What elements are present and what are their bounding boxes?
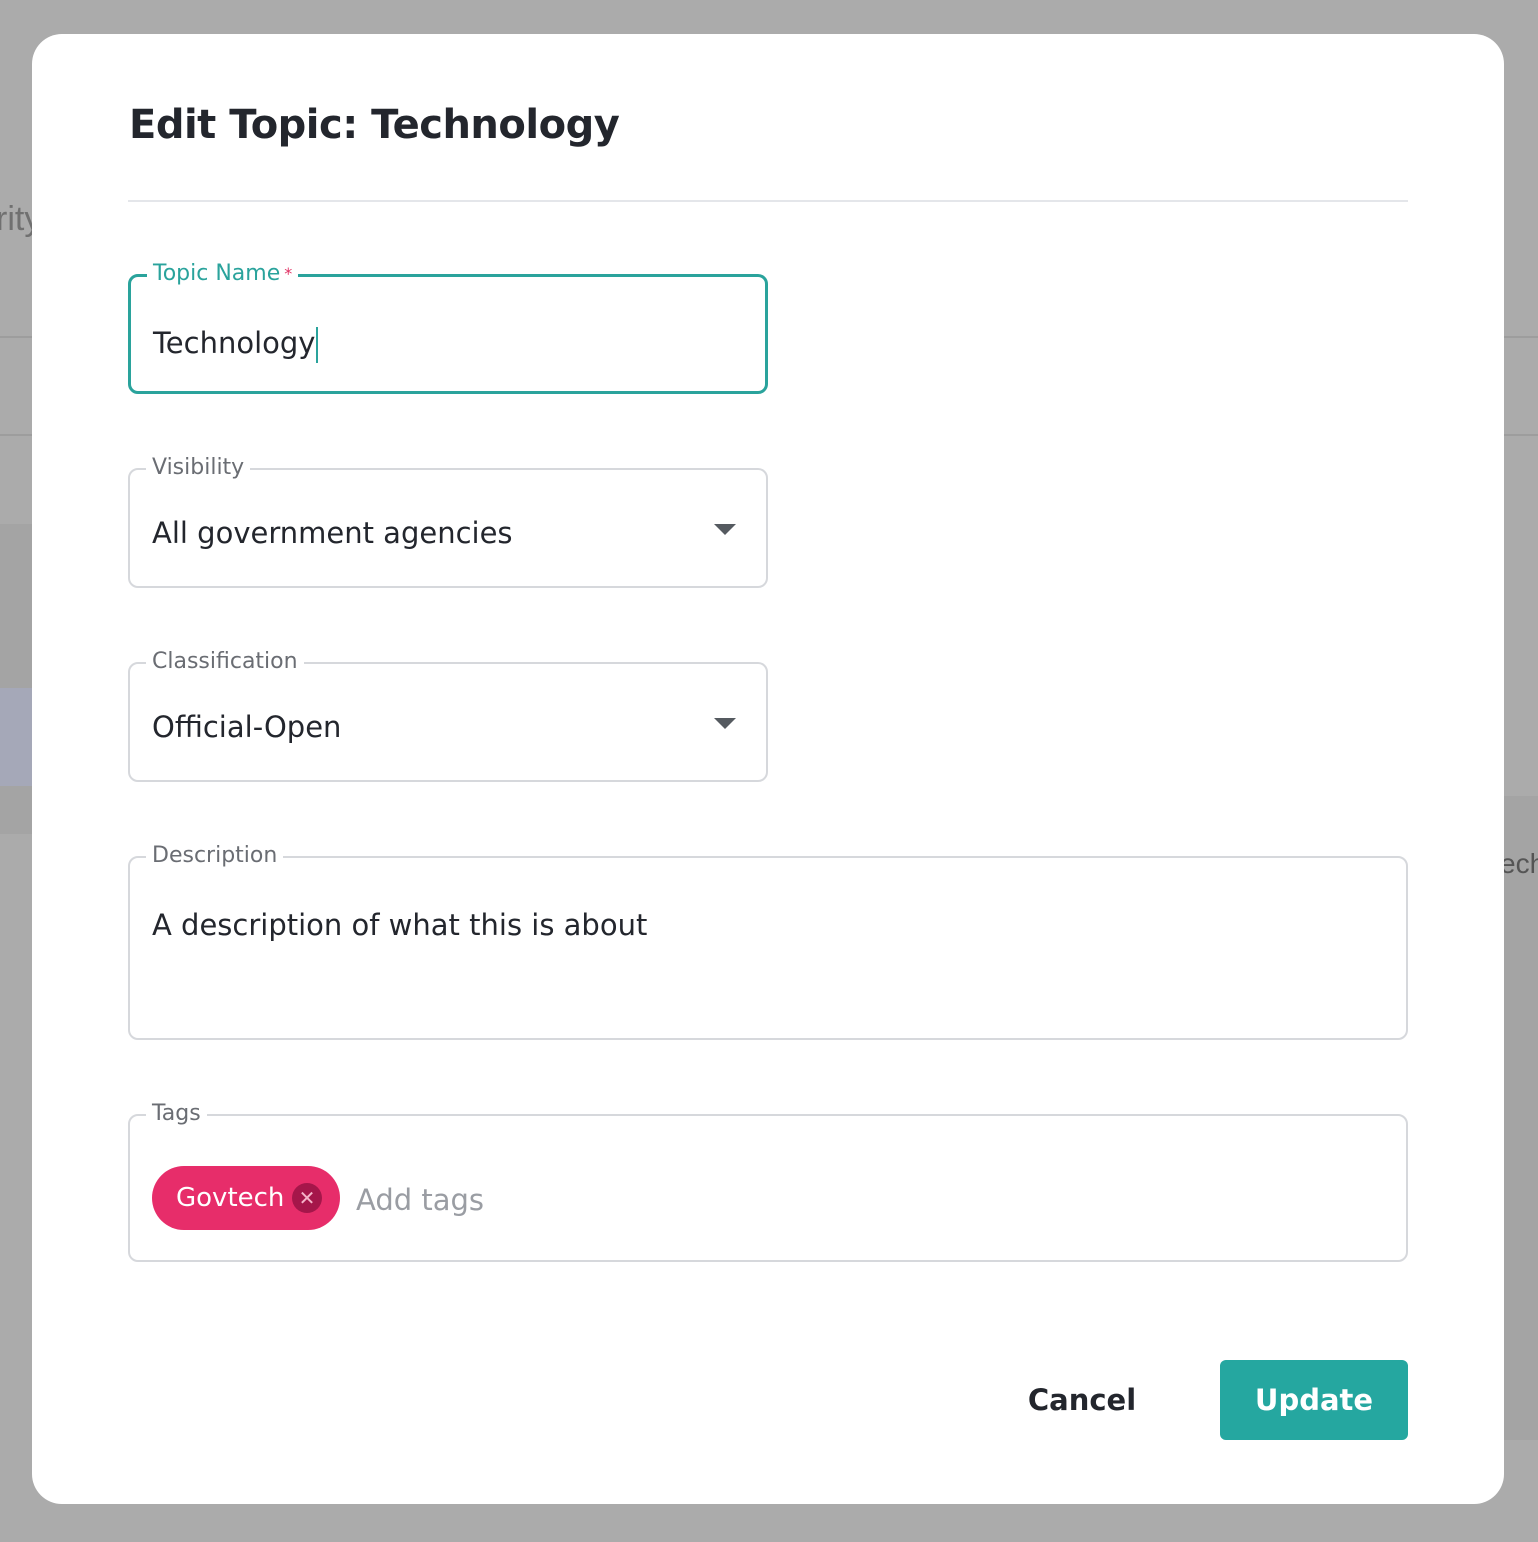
classification-label: Classification [146,648,304,676]
required-asterisk: * [284,264,293,283]
cancel-button[interactable]: Cancel [1012,1360,1152,1440]
background-row [0,524,32,834]
tags-label: Tags [146,1100,207,1128]
update-button[interactable]: Update [1220,1360,1408,1440]
description-textarea[interactable]: A description of what this is about [152,908,647,942]
background-row [1504,796,1538,1440]
topic-name-label: Topic Name * [147,260,299,288]
visibility-value: All government agencies [152,516,513,550]
background-text-fragment: ech [1500,848,1538,879]
text-cursor [316,327,319,363]
title-divider [128,200,1408,202]
description-field[interactable]: Description A description of what this i… [128,842,1408,1040]
description-label: Description [146,842,284,870]
visibility-label: Visibility [146,454,251,482]
background-highlight-row [0,688,32,786]
dialog-title: Edit Topic: Technology [129,102,620,148]
topic-name-field[interactable]: Topic Name * Technology [128,260,768,394]
classification-select[interactable]: Classification Official-Open [128,648,768,782]
add-tags-input[interactable] [356,1178,956,1222]
close-circle-icon[interactable]: ✕ [292,1183,322,1213]
visibility-select[interactable]: Visibility All government agencies [128,454,768,588]
chevron-down-icon[interactable] [714,718,736,729]
classification-value: Official-Open [152,710,342,744]
topic-name-input[interactable]: Technology [153,326,319,363]
edit-topic-dialog: Edit Topic: Technology Topic Name * Techn… [32,34,1504,1504]
tag-chip: Govtech ✕ [152,1166,340,1230]
tag-chip-label: Govtech [176,1183,285,1213]
chevron-down-icon[interactable] [714,524,736,535]
tags-field[interactable]: Tags Govtech ✕ [128,1100,1408,1262]
